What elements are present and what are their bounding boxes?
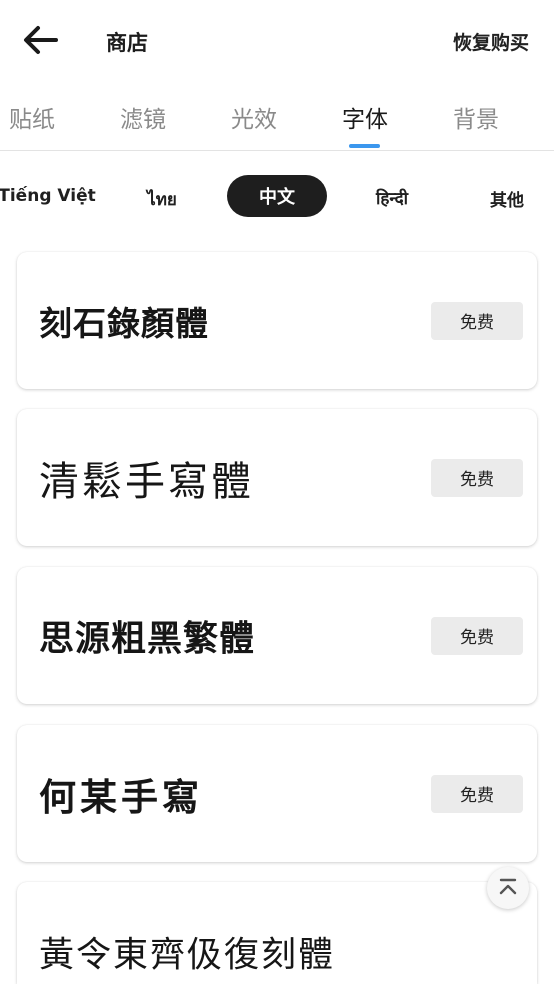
free-download-button[interactable]: 免费 <box>431 301 523 340</box>
font-card[interactable]: 刻石錄顏體 免费 <box>17 252 537 389</box>
font-card[interactable]: 清鬆手寫體 免费 <box>17 409 537 546</box>
lang-other[interactable]: 其他 <box>490 186 524 211</box>
free-download-button[interactable]: 免费 <box>431 774 523 813</box>
page-title: 商店 <box>106 31 148 55</box>
app-header: 商店 恢复购买 <box>0 0 554 80</box>
font-card[interactable]: 何某手寫 免费 <box>17 725 537 862</box>
lang-vietnamese[interactable]: Tiếng Việt <box>0 186 96 206</box>
active-tab-indicator <box>349 144 380 148</box>
font-name: 黃令東齊伋復刻體 <box>39 935 336 976</box>
lang-hindi[interactable]: हिन्दी <box>376 186 408 209</box>
category-tabs: 贴纸 滤镜 光效 字体 背景 <box>0 84 554 151</box>
font-name: 思源粗黑繁體 <box>39 619 256 659</box>
font-name: 清鬆手寫體 <box>39 458 254 505</box>
free-download-button[interactable]: 免费 <box>431 616 523 655</box>
tab-light-effects[interactable]: 光效 <box>231 100 277 134</box>
back-button[interactable] <box>20 22 60 58</box>
tab-fonts[interactable]: 字体 <box>342 100 388 134</box>
lang-chinese[interactable]: 中文 <box>227 175 327 217</box>
tab-backgrounds[interactable]: 背景 <box>453 100 499 134</box>
font-card[interactable]: 黃令東齊伋復刻體 <box>17 882 537 984</box>
language-filter: Tiếng Việt ไทย 中文 हिन्दी 其他 <box>0 174 554 218</box>
chevron-up-double-icon <box>499 878 517 895</box>
lang-thai[interactable]: ไทย <box>147 186 177 213</box>
tab-filters[interactable]: 滤镜 <box>120 100 166 134</box>
font-name: 何某手寫 <box>39 775 203 819</box>
scroll-to-top-button[interactable] <box>487 867 529 909</box>
arrow-left-icon <box>24 26 58 54</box>
tab-stickers[interactable]: 贴纸 <box>9 100 55 134</box>
free-download-button[interactable]: 免费 <box>431 458 523 497</box>
font-name: 刻石錄顏體 <box>39 303 209 343</box>
restore-purchase-button[interactable]: 恢复购买 <box>453 28 529 55</box>
font-card[interactable]: 思源粗黑繁體 免费 <box>17 567 537 704</box>
